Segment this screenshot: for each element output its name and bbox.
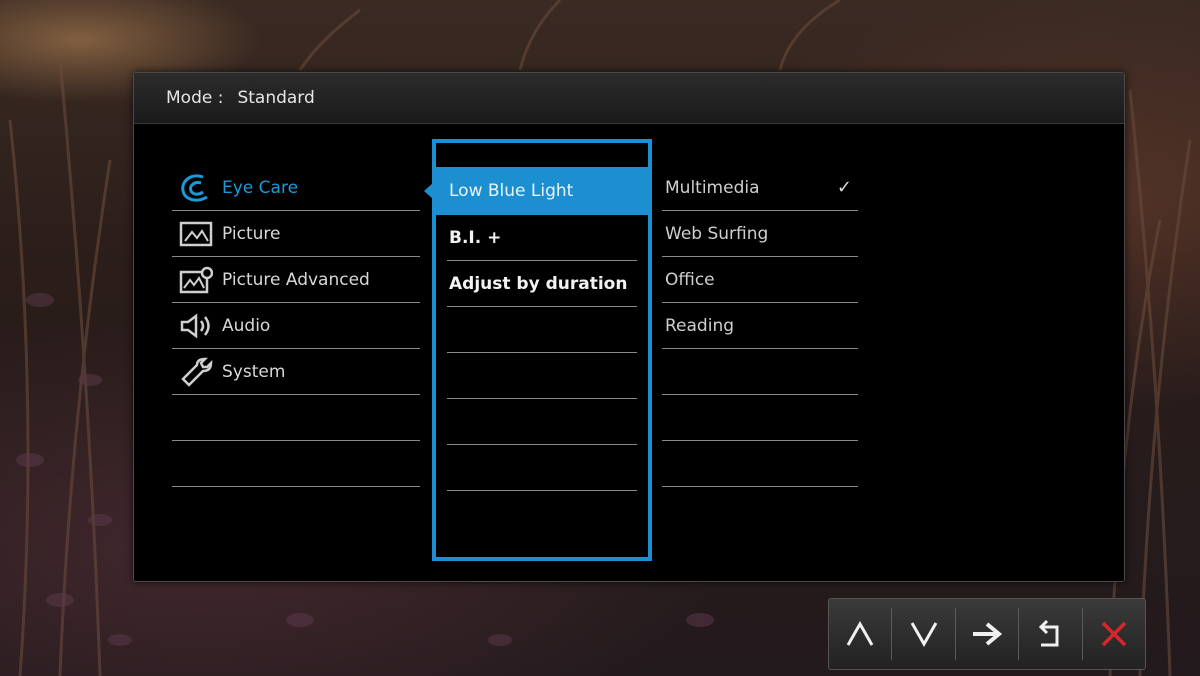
options-empty-row (662, 441, 858, 487)
main-menu-item-eye-care[interactable]: Eye Care (172, 165, 420, 211)
wrench-icon (178, 357, 214, 387)
main-menu-label: Eye Care (222, 177, 299, 198)
sub-menu-item-bi-plus[interactable]: B.I. + (447, 215, 637, 261)
sub-menu-label: Adjust by duration (449, 273, 628, 294)
osd-menu-window: Mode : Standard Eye Care Picture Picture… (133, 72, 1125, 582)
main-menu-label: Audio (222, 315, 271, 336)
hotkey-bar (828, 598, 1146, 670)
sub-menu-label: B.I. + (449, 227, 502, 248)
down-icon (910, 622, 937, 647)
main-menu: Eye Care Picture Picture Advanced Audio … (172, 165, 420, 487)
sub-menu-top-strip (436, 143, 648, 167)
option-item-multimedia[interactable]: Multimedia ✓ (662, 165, 858, 211)
main-menu-empty-row (172, 395, 420, 441)
option-item-reading[interactable]: Reading (662, 303, 858, 349)
main-menu-item-system[interactable]: System (172, 349, 420, 395)
down-key[interactable] (892, 608, 956, 660)
options-menu: Multimedia ✓ Web Surfing Office Reading (662, 165, 858, 487)
up-key[interactable] (829, 608, 893, 660)
exit-key[interactable] (1083, 608, 1145, 660)
main-menu-label: Picture (222, 223, 281, 244)
sub-menu-empty-row (447, 445, 637, 491)
sub-menu-empty-row (447, 399, 637, 445)
options-empty-row (662, 349, 858, 395)
main-menu-label: Picture Advanced (222, 269, 370, 290)
back-key[interactable] (1019, 608, 1083, 660)
main-menu-empty-row (172, 441, 420, 487)
option-label: Web Surfing (665, 223, 769, 244)
sub-menu-empty-row (447, 307, 637, 353)
picture-advanced-icon (178, 266, 214, 294)
option-label: Multimedia (665, 177, 760, 198)
checkmark-icon: ✓ (836, 177, 852, 198)
option-item-office[interactable]: Office (662, 257, 858, 303)
sub-menu-item-adjust-by-duration[interactable]: Adjust by duration (447, 261, 637, 307)
option-label: Office (665, 269, 715, 290)
back-icon (1039, 619, 1059, 647)
mode-header: Mode : Standard (134, 73, 1124, 124)
enter-key[interactable] (956, 608, 1020, 660)
selection-pointer (424, 183, 433, 199)
speaker-icon (178, 312, 214, 340)
close-icon (1101, 621, 1127, 647)
main-menu-item-picture-advanced[interactable]: Picture Advanced (172, 257, 420, 303)
eye-care-icon (178, 174, 214, 202)
mode-value: Standard (237, 88, 315, 108)
options-empty-row (662, 395, 858, 441)
option-label: Reading (665, 315, 735, 336)
sub-menu-label: Low Blue Light (449, 181, 574, 201)
sub-menu: Low Blue Light B.I. + Adjust by duration (424, 139, 652, 561)
main-menu-item-picture[interactable]: Picture (172, 211, 420, 257)
picture-icon (178, 220, 214, 248)
up-icon (846, 621, 874, 646)
right-arrow-icon (973, 622, 1003, 646)
option-item-web-surfing[interactable]: Web Surfing (662, 211, 858, 257)
mode-label: Mode : (166, 88, 224, 108)
sub-menu-empty-row (447, 353, 637, 399)
sub-menu-item-low-blue-light[interactable]: Low Blue Light (424, 167, 648, 215)
main-menu-label: System (222, 361, 286, 382)
main-menu-item-audio[interactable]: Audio (172, 303, 420, 349)
